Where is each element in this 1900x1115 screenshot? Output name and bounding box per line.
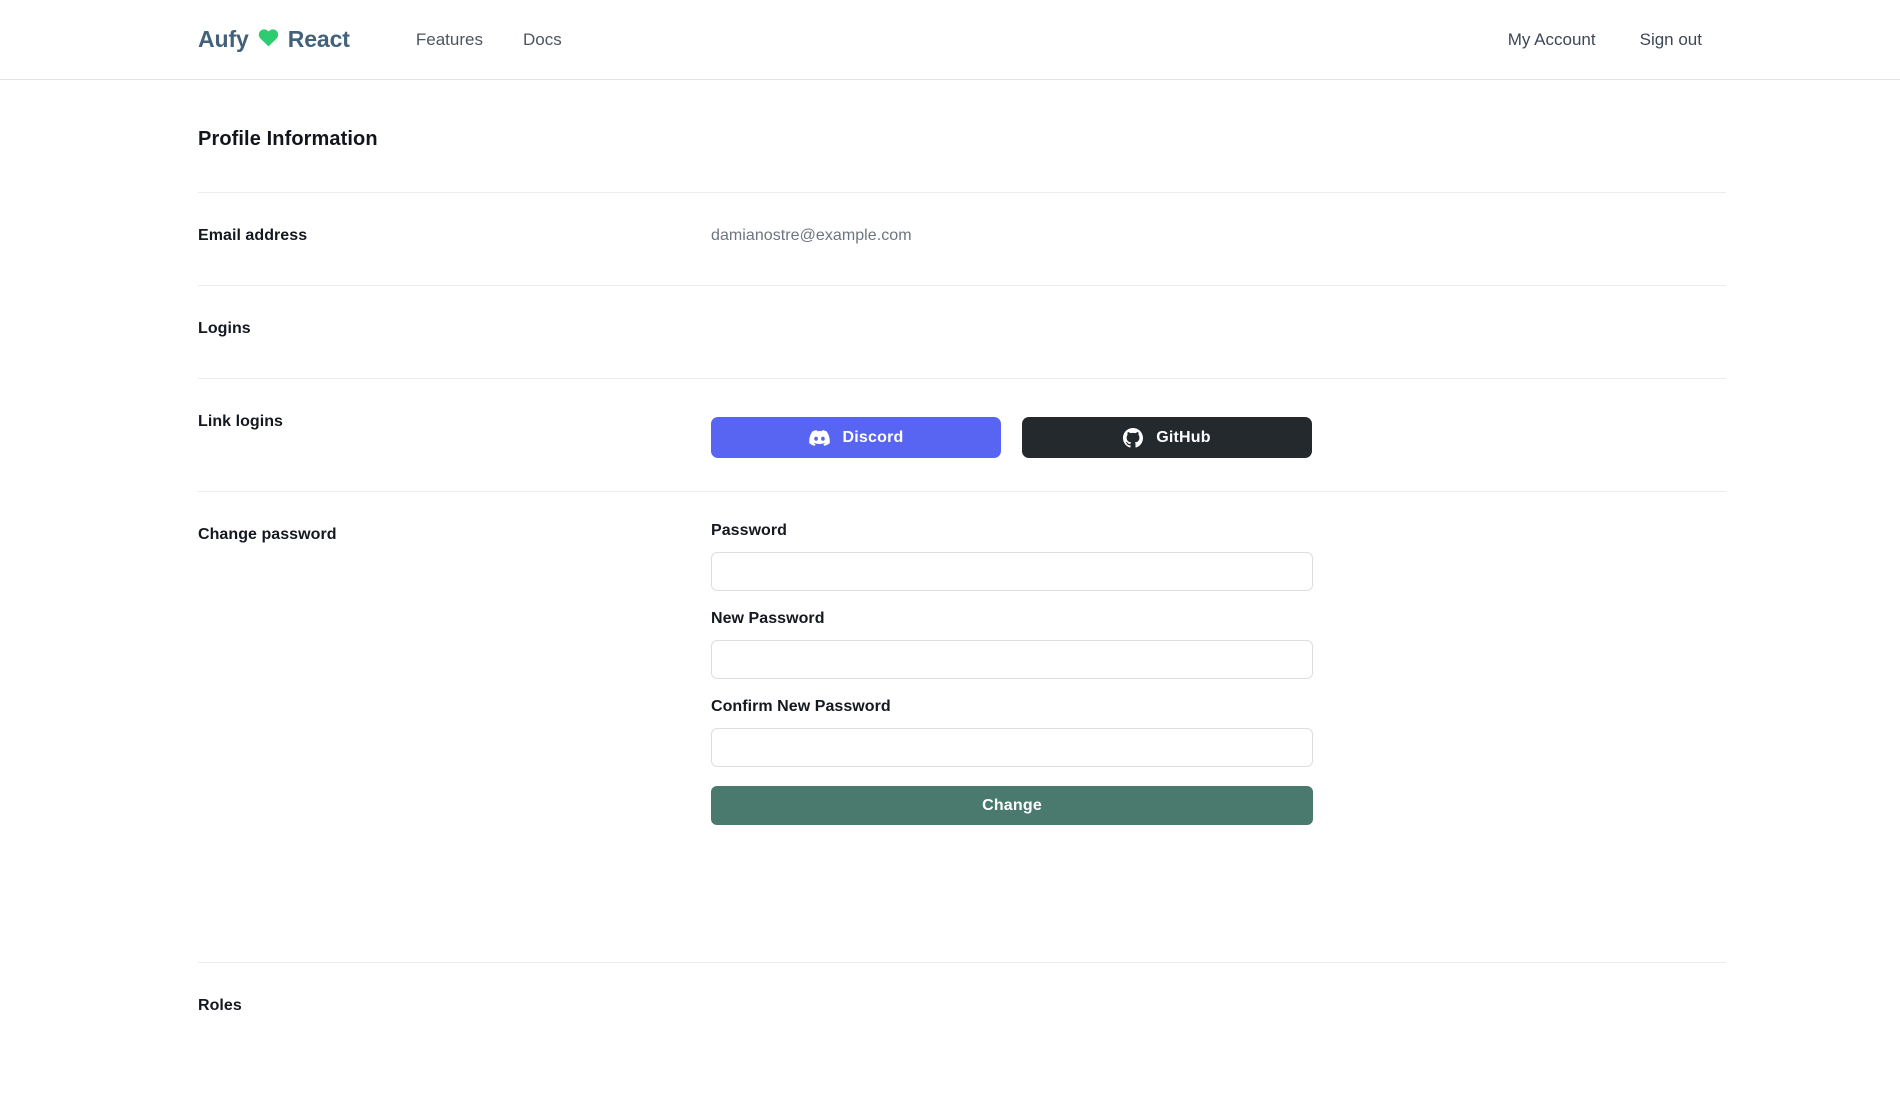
nav-link-docs[interactable]: Docs <box>503 30 582 50</box>
brand-logo[interactable]: Aufy React <box>198 26 350 53</box>
row-label-email-address: Email address <box>198 227 308 244</box>
field-new-password: New Password <box>711 610 1726 679</box>
new-password-input[interactable] <box>711 640 1313 679</box>
row-label-roles: Roles <box>198 997 242 1014</box>
profile-page: Aufy React Features Docs My Account Sign… <box>0 0 1900 1115</box>
row-label-link-logins: Link logins <box>198 413 283 430</box>
brand-left-word: Aufy <box>198 26 249 52</box>
row-email-address: Email address damianostre@example.com <box>198 193 1726 285</box>
nav-link-my-account[interactable]: My Account <box>1464 30 1596 50</box>
oauth-button-group: Discord GitHub <box>711 413 1726 458</box>
row-body-roles <box>711 963 1726 1029</box>
label-new-password: New Password <box>711 610 825 627</box>
field-confirm-new-password: Confirm New Password <box>711 698 1726 767</box>
page-title: Profile Information <box>198 128 378 150</box>
label-confirm-new-password: Confirm New Password <box>711 698 891 715</box>
row-roles: Roles <box>198 963 1726 1053</box>
link-github-button[interactable]: GitHub <box>1022 417 1312 458</box>
heart-icon <box>258 28 279 51</box>
nav-link-sign-out[interactable]: Sign out <box>1596 30 1702 50</box>
row-body-logins <box>711 286 1726 352</box>
link-discord-label: Discord <box>842 428 904 446</box>
row-link-logins: Link logins Discord GitHub <box>198 379 1726 491</box>
nav-links: Features Docs <box>396 30 582 50</box>
row-body-email-address: damianostre@example.com <box>711 193 1726 277</box>
profile-content: Profile Information Email address damian… <box>0 80 1900 1053</box>
change-password-submit-button[interactable]: Change <box>711 786 1313 825</box>
nav-link-features[interactable]: Features <box>396 30 503 50</box>
label-password: Password <box>711 522 787 539</box>
row-body-change-password: Password New Password Confirm New Passwo… <box>711 492 1726 865</box>
top-navbar: Aufy React Features Docs My Account Sign… <box>0 0 1900 80</box>
row-body-link-logins: Discord GitHub <box>711 379 1726 490</box>
nav-account-links: My Account Sign out <box>1464 30 1702 50</box>
field-password: Password <box>711 522 1726 591</box>
row-label-change-password: Change password <box>198 526 337 543</box>
github-icon <box>1123 427 1144 448</box>
brand-right-word: React <box>287 26 350 52</box>
row-change-password: Change password Password New Password Co… <box>198 492 1726 962</box>
confirm-new-password-input[interactable] <box>711 728 1313 767</box>
row-logins: Logins <box>198 286 1726 378</box>
password-input[interactable] <box>711 552 1313 591</box>
email-address-value: damianostre@example.com <box>711 227 912 244</box>
link-discord-button[interactable]: Discord <box>711 417 1001 458</box>
row-label-logins: Logins <box>198 320 251 337</box>
discord-icon <box>808 429 830 446</box>
link-github-label: GitHub <box>1156 428 1211 446</box>
